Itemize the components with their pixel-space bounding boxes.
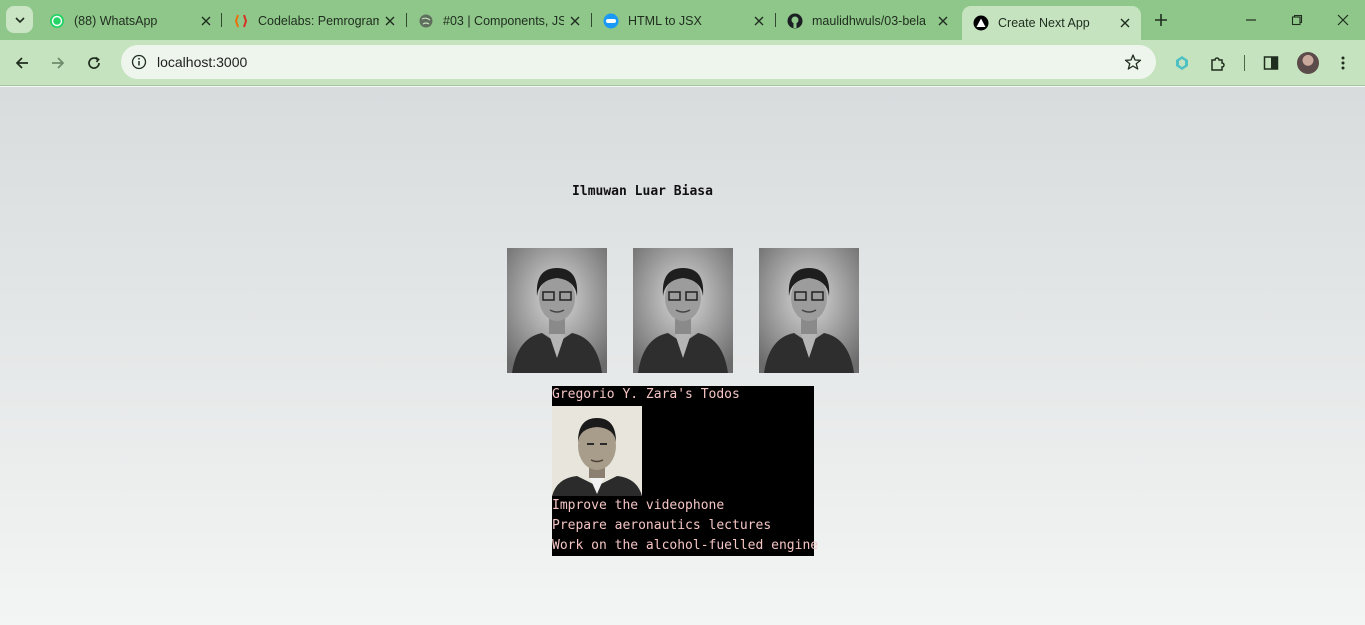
tab-html-to-jsx[interactable]: HTML to JSX <box>592 4 775 37</box>
close-window-button[interactable] <box>1329 6 1357 34</box>
minimize-icon <box>1246 19 1256 21</box>
html-to-jsx-icon <box>603 13 619 29</box>
close-icon[interactable] <box>932 10 954 32</box>
todo-item: Work on the alcohol-fuelled engine <box>552 538 819 553</box>
chevron-down-icon <box>14 16 25 23</box>
profile-avatar[interactable] <box>1297 52 1319 74</box>
scientist-portrait-image <box>507 248 607 373</box>
forward-button[interactable] <box>43 48 73 78</box>
tab-title: (88) WhatsApp <box>74 13 158 28</box>
reload-button[interactable] <box>79 48 109 78</box>
url-text[interactable]: localhost:3000 <box>157 54 247 70</box>
close-icon <box>1337 14 1349 26</box>
tab-components[interactable]: #03 | Components, JS <box>407 4 591 37</box>
globe-icon <box>418 13 434 29</box>
restore-button[interactable] <box>1283 6 1311 34</box>
nextjs-icon <box>973 15 989 31</box>
tab-title: Codelabs: Pemrogram <box>258 13 379 28</box>
restore-icon <box>1291 14 1303 26</box>
bookmark-star-icon[interactable] <box>1122 51 1144 73</box>
close-icon[interactable] <box>748 10 770 32</box>
browser-toolbar: localhost:3000 <box>0 40 1365 86</box>
todo-item: Improve the videophone <box>552 498 725 513</box>
site-info-icon[interactable] <box>127 50 151 74</box>
address-bar[interactable]: localhost:3000 <box>121 45 1156 79</box>
todos-title: Gregorio Y. Zara's Todos <box>552 387 740 402</box>
scientist-portrait-image <box>759 248 859 373</box>
extensions-puzzle-icon[interactable] <box>1204 49 1232 77</box>
page-heading: Ilmuwan Luar Biasa <box>572 184 713 199</box>
todos-card: Gregorio Y. Zara's Todos Improve the vid… <box>552 386 818 556</box>
todo-list: Improve the videophone Prepare aeronauti… <box>552 497 818 557</box>
tab-codelabs[interactable]: Codelabs: Pemrogram <box>222 4 406 37</box>
extension-gem-icon[interactable] <box>1168 49 1196 77</box>
tab-title: maulidhwuls/03-bela <box>812 13 926 28</box>
tab-github[interactable]: maulidhwuls/03-bela <box>776 4 959 37</box>
tab-whatsapp[interactable]: (88) WhatsApp <box>38 4 222 37</box>
todo-item: Prepare aeronautics lectures <box>552 518 772 533</box>
tab-create-next-app[interactable]: Create Next App <box>962 6 1141 40</box>
plus-icon <box>1155 14 1167 26</box>
tab-title: Create Next App <box>998 16 1090 30</box>
tab-title: HTML to JSX <box>628 13 702 28</box>
close-icon[interactable] <box>195 10 217 32</box>
arrow-right-icon <box>52 57 65 69</box>
close-icon[interactable] <box>379 10 401 32</box>
arrow-left-icon <box>15 57 28 69</box>
new-tab-button[interactable] <box>1148 7 1174 33</box>
gregorio-zara-portrait-image <box>552 406 642 496</box>
whatsapp-icon <box>49 13 65 29</box>
side-panel-icon[interactable] <box>1257 49 1285 77</box>
close-icon[interactable] <box>564 10 586 32</box>
reload-icon <box>88 56 100 69</box>
codelabs-icon <box>233 13 249 29</box>
toolbar-separator <box>1244 55 1245 71</box>
more-menu-icon[interactable] <box>1329 49 1357 77</box>
tab-title: #03 | Components, JS <box>443 13 564 28</box>
page-viewport: Ilmuwan Luar Biasa Gregorio Y. Zara's To… <box>0 87 1365 625</box>
scientist-portrait-image <box>633 248 733 373</box>
close-icon[interactable] <box>1114 12 1136 34</box>
tab-search-button[interactable] <box>6 6 33 33</box>
github-icon <box>787 13 803 29</box>
back-button[interactable] <box>7 48 37 78</box>
minimize-button[interactable] <box>1237 6 1265 34</box>
tab-strip: (88) WhatsApp Codelabs: Pemrogram #03 | … <box>0 0 1365 40</box>
